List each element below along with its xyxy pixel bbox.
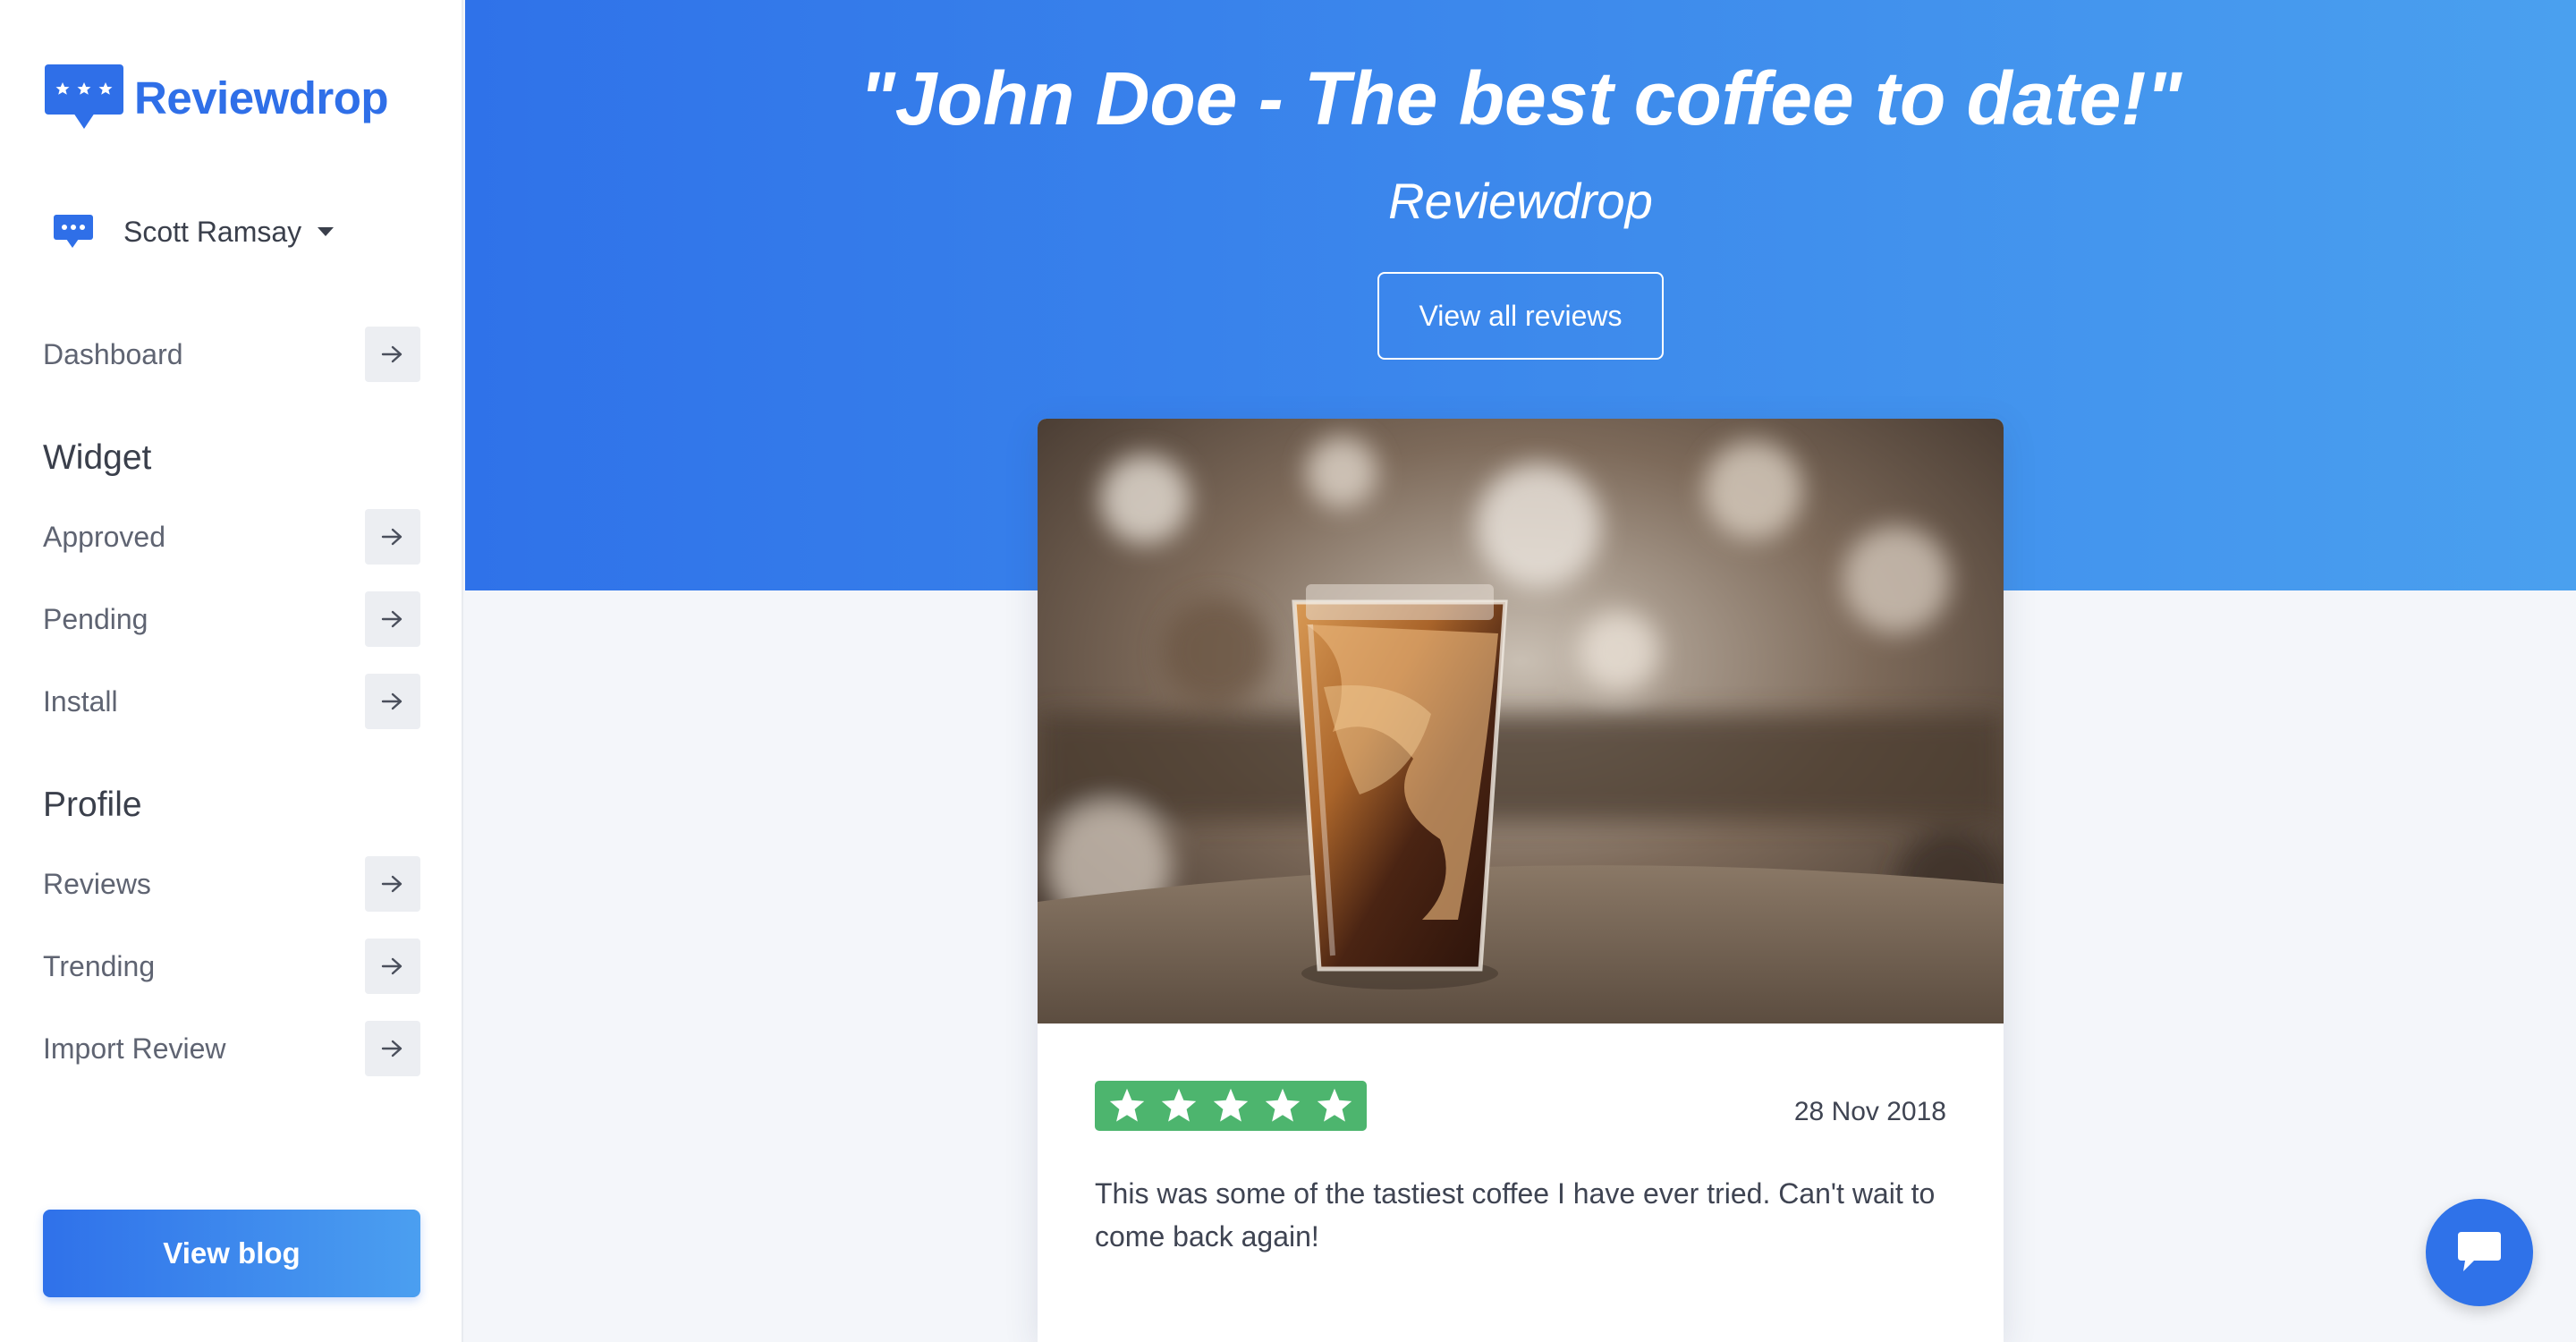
sidebar-item-trending[interactable]: Trending xyxy=(43,938,420,995)
page-subtitle: Reviewdrop xyxy=(1388,173,1653,229)
speech-bubble-stars-icon xyxy=(43,61,125,134)
sidebar-item-approved[interactable]: Approved xyxy=(43,508,420,565)
sidebar-item-install[interactable]: Install xyxy=(43,673,420,730)
arrow-right-icon[interactable] xyxy=(365,674,420,729)
sidebar-item-dashboard[interactable]: Dashboard xyxy=(43,326,420,383)
sidebar-item-label: Install xyxy=(43,684,118,718)
section-heading-widget: Widget xyxy=(43,438,152,477)
section-heading-profile: Profile xyxy=(43,786,142,824)
logo-text: Reviewdrop xyxy=(134,72,389,123)
review-card: 28 Nov 2018 This was some of the tasties… xyxy=(1038,419,2004,1342)
sidebar-item-label: Approved xyxy=(43,520,165,553)
view-all-reviews-button[interactable]: View all reviews xyxy=(1377,272,1664,360)
logo[interactable]: Reviewdrop xyxy=(43,61,389,134)
sidebar-item-reviews[interactable]: Reviews xyxy=(43,855,420,913)
star-icon xyxy=(1213,1088,1249,1122)
star-rating xyxy=(1095,1081,1367,1131)
sidebar-item-import-review[interactable]: Import Review xyxy=(43,1020,420,1077)
review-photo xyxy=(1038,419,2004,1023)
sidebar-item-pending[interactable]: Pending xyxy=(43,590,420,648)
sidebar-item-label: Pending xyxy=(43,602,148,635)
star-icon xyxy=(1161,1088,1197,1122)
user-menu[interactable]: Scott Ramsay xyxy=(52,213,335,251)
page-title: "John Doe - The best coffee to date!" xyxy=(859,56,2182,140)
arrow-right-icon[interactable] xyxy=(365,939,420,994)
sidebar-item-label: Trending xyxy=(43,949,156,982)
view-blog-button[interactable]: View blog xyxy=(43,1210,420,1297)
arrow-right-icon[interactable] xyxy=(365,856,420,912)
user-name: Scott Ramsay xyxy=(123,215,302,248)
chat-button[interactable] xyxy=(2426,1199,2533,1306)
review-date: 28 Nov 2018 xyxy=(1793,1097,1946,1126)
sidebar-item-label: Reviews xyxy=(43,867,151,900)
arrow-right-icon[interactable] xyxy=(365,509,420,565)
sidebar-item-label: Dashboard xyxy=(43,337,183,370)
review-text: This was some of the tastiest coffee I h… xyxy=(1095,1177,1936,1253)
star-icon xyxy=(1109,1088,1145,1122)
star-icon xyxy=(1265,1088,1301,1122)
sidebar-item-label: Import Review xyxy=(43,1032,226,1065)
arrow-right-icon[interactable] xyxy=(365,1021,420,1076)
arrow-right-icon[interactable] xyxy=(365,591,420,647)
star-icon xyxy=(1317,1088,1352,1122)
chat-bubble-icon xyxy=(52,213,95,251)
sidebar: Reviewdrop Scott Ramsay Dashboard Widget… xyxy=(0,0,463,1342)
arrow-right-icon[interactable] xyxy=(365,327,420,382)
chat-icon xyxy=(2458,1232,2501,1271)
chevron-down-icon xyxy=(318,227,335,236)
